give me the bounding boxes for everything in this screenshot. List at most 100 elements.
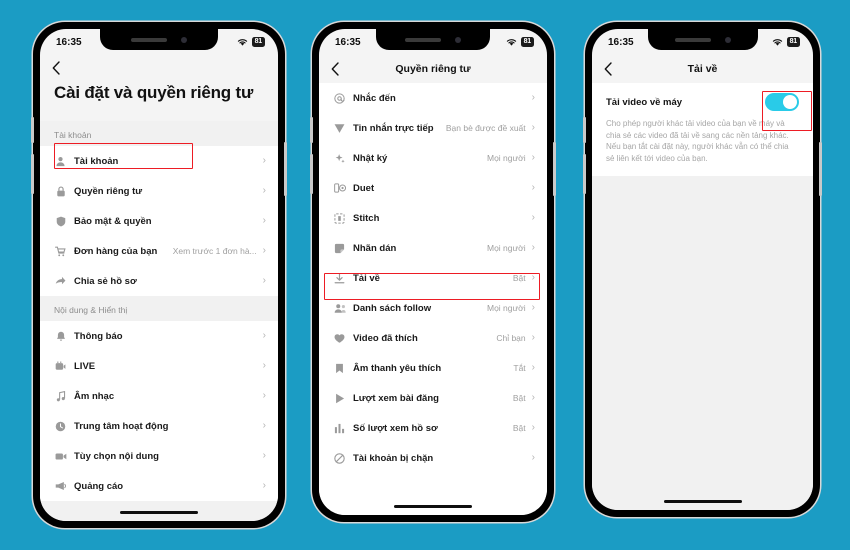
- download-icon: [333, 272, 346, 284]
- phone-1-volume-down-button: [31, 154, 34, 194]
- phone-2-nav-bar: Quyền riêng tư: [319, 55, 547, 83]
- earpiece-speaker: [405, 37, 441, 42]
- phone-2-volume-down-button: [310, 154, 313, 194]
- chart-icon: [333, 423, 346, 434]
- phone-3-nav-bar: Tải về: [592, 55, 813, 83]
- row-label: Nhật ký: [353, 152, 388, 164]
- download-setting-card: Tải video về máy Cho phép người khác tải…: [592, 83, 813, 177]
- nav-title: Quyền riêng tư: [395, 63, 471, 75]
- row-tai-khoan-bi-chan[interactable]: Tài khoản bị chặn ›: [319, 443, 547, 473]
- row-thong-bao[interactable]: Thông báo ›: [40, 321, 278, 351]
- row-label: Nhắc đến: [353, 92, 396, 104]
- home-indicator: [394, 505, 472, 508]
- chevron-right-icon: ›: [531, 212, 535, 223]
- back-chevron-icon[interactable]: [604, 62, 620, 76]
- row-trung-tam-hoat-dong[interactable]: Trung tâm hoạt động ›: [40, 411, 278, 441]
- chevron-right-icon: ›: [531, 422, 535, 433]
- row-don-hang-cua-ban[interactable]: Đơn hàng của bạn Xem trước 1 đơn hà... ›: [40, 236, 278, 266]
- row-value: Tắt: [513, 363, 526, 373]
- video-icon: [54, 452, 67, 461]
- row-label: Âm nhạc: [74, 390, 115, 402]
- row-am-nhac[interactable]: Âm nhạc ›: [40, 381, 278, 411]
- download-toggle-switch[interactable]: [765, 93, 799, 111]
- phone-1-power-button: [284, 142, 287, 196]
- live-icon: [54, 361, 67, 371]
- row-label: Lượt xem bài đăng: [353, 392, 439, 404]
- chevron-right-icon: ›: [531, 362, 535, 373]
- row-tai-ve[interactable]: Tải về Bật ›: [319, 263, 547, 293]
- wifi-icon: [772, 38, 783, 47]
- front-camera: [724, 36, 731, 43]
- row-value: Bật: [512, 273, 526, 283]
- row-label: Chia sẻ hồ sơ: [74, 275, 137, 287]
- row-nhac-den[interactable]: Nhắc đến ›: [319, 83, 547, 113]
- row-stitch[interactable]: Stitch ›: [319, 203, 547, 233]
- chevron-right-icon: ›: [262, 185, 266, 196]
- row-quyen-rieng-tu[interactable]: Quyền riêng tư ›: [40, 176, 278, 206]
- row-chia-se-ho-so[interactable]: Chia sẻ hồ sơ ›: [40, 266, 278, 296]
- phone-3-notch: [647, 29, 758, 50]
- phone-2-notch: [376, 29, 490, 50]
- phone-2-volume-button: [310, 117, 313, 143]
- row-danh-sach-follow[interactable]: Danh sách follow Mọi người ›: [319, 293, 547, 323]
- row-nhan-dan[interactable]: Nhãn dán Mọi người ›: [319, 233, 547, 263]
- row-label: Đơn hàng của bạn: [74, 245, 158, 257]
- row-value: Bật: [512, 423, 526, 433]
- row-luot-xem-bai-dang[interactable]: Lượt xem bài đăng Bật ›: [319, 383, 547, 413]
- chevron-right-icon: ›: [531, 92, 535, 103]
- chevron-right-icon: ›: [262, 215, 266, 226]
- heart-icon: [333, 333, 346, 344]
- phone-3-content: Tải video về máy Cho phép người khác tải…: [592, 83, 813, 510]
- chevron-right-icon: ›: [531, 152, 535, 163]
- row-label: Tải về: [353, 272, 380, 284]
- settings-card-content: Thông báo › LIVE › Âm nhạc › Trung tâm h…: [40, 321, 278, 501]
- row-nhat-ky[interactable]: Nhật ký Mọi người ›: [319, 143, 547, 173]
- row-am-thanh-yeu-thich[interactable]: Âm thanh yêu thích Tắt ›: [319, 353, 547, 383]
- chevron-right-icon: ›: [531, 272, 535, 283]
- row-live[interactable]: LIVE ›: [40, 351, 278, 381]
- chevron-right-icon: ›: [531, 242, 535, 253]
- row-tuy-chon-noi-dung[interactable]: Tùy chọn nội dung ›: [40, 441, 278, 471]
- row-label: Stitch: [353, 212, 380, 224]
- row-label: Duet: [353, 182, 375, 194]
- back-chevron-icon[interactable]: [331, 62, 347, 76]
- earpiece-speaker: [131, 37, 167, 42]
- back-chevron-icon[interactable]: [52, 61, 68, 75]
- row-label: Tin nhắn trực tiếp: [353, 122, 434, 134]
- battery-indicator: 81: [520, 37, 534, 47]
- row-bao-mat-quyen[interactable]: Bảo mật & quyền ›: [40, 206, 278, 236]
- toggle-label: Tải video về máy: [606, 96, 683, 108]
- phone-1-notch: [100, 29, 218, 50]
- duet-icon: [333, 183, 346, 193]
- row-tai-khoan[interactable]: Tài khoản ›: [40, 146, 278, 176]
- phone-2-power-button: [553, 142, 556, 196]
- row-label: Tài khoản bị chặn: [353, 452, 434, 464]
- status-time: 16:35: [608, 36, 634, 48]
- chevron-right-icon: ›: [531, 302, 535, 313]
- phone-2-frame: 16:35 81 Quyền riêng tư Nhắc đến › Tin n…: [310, 22, 556, 522]
- row-video-da-thich[interactable]: Video đã thích Chỉ bạn ›: [319, 323, 547, 353]
- row-value: Mọi người: [486, 153, 526, 163]
- stitch-icon: [333, 212, 346, 224]
- music-icon: [54, 390, 67, 402]
- toggle-description: Cho phép người khác tải video của bạn về…: [606, 119, 789, 163]
- play-icon: [333, 393, 346, 404]
- earpiece-speaker: [674, 37, 711, 42]
- phone-3-screen: 16:35 81 Tải về Tải video về máy Cho phé…: [592, 29, 813, 510]
- row-label: Âm thanh yêu thích: [353, 362, 442, 374]
- chevron-right-icon: ›: [531, 182, 535, 193]
- send-icon: [333, 123, 346, 134]
- phone-2-screen: 16:35 81 Quyền riêng tư Nhắc đến › Tin n…: [319, 29, 547, 515]
- phone-1-settings-list[interactable]: Tài khoản Tài khoản › Quyền riêng tư › B…: [40, 121, 278, 521]
- row-value: Mọi người: [486, 243, 526, 253]
- shield-icon: [54, 216, 67, 227]
- phone-2-privacy-list[interactable]: Nhắc đến › Tin nhắn trực tiếp Bạn bè đượ…: [319, 83, 547, 515]
- row-duet[interactable]: Duet ›: [319, 173, 547, 203]
- bell-icon: [54, 331, 67, 342]
- page-title: Cài đặt và quyền riêng tư: [40, 81, 278, 115]
- cart-icon: [54, 246, 67, 257]
- row-quang-cao[interactable]: Quảng cáo ›: [40, 471, 278, 501]
- row-so-luot-xem-ho-so[interactable]: Số lượt xem hồ sơ Bật ›: [319, 413, 547, 443]
- row-tin-nhan-truc-tiep[interactable]: Tin nhắn trực tiếp Bạn bè được đề xuất ›: [319, 113, 547, 143]
- toggle-knob: [782, 94, 798, 110]
